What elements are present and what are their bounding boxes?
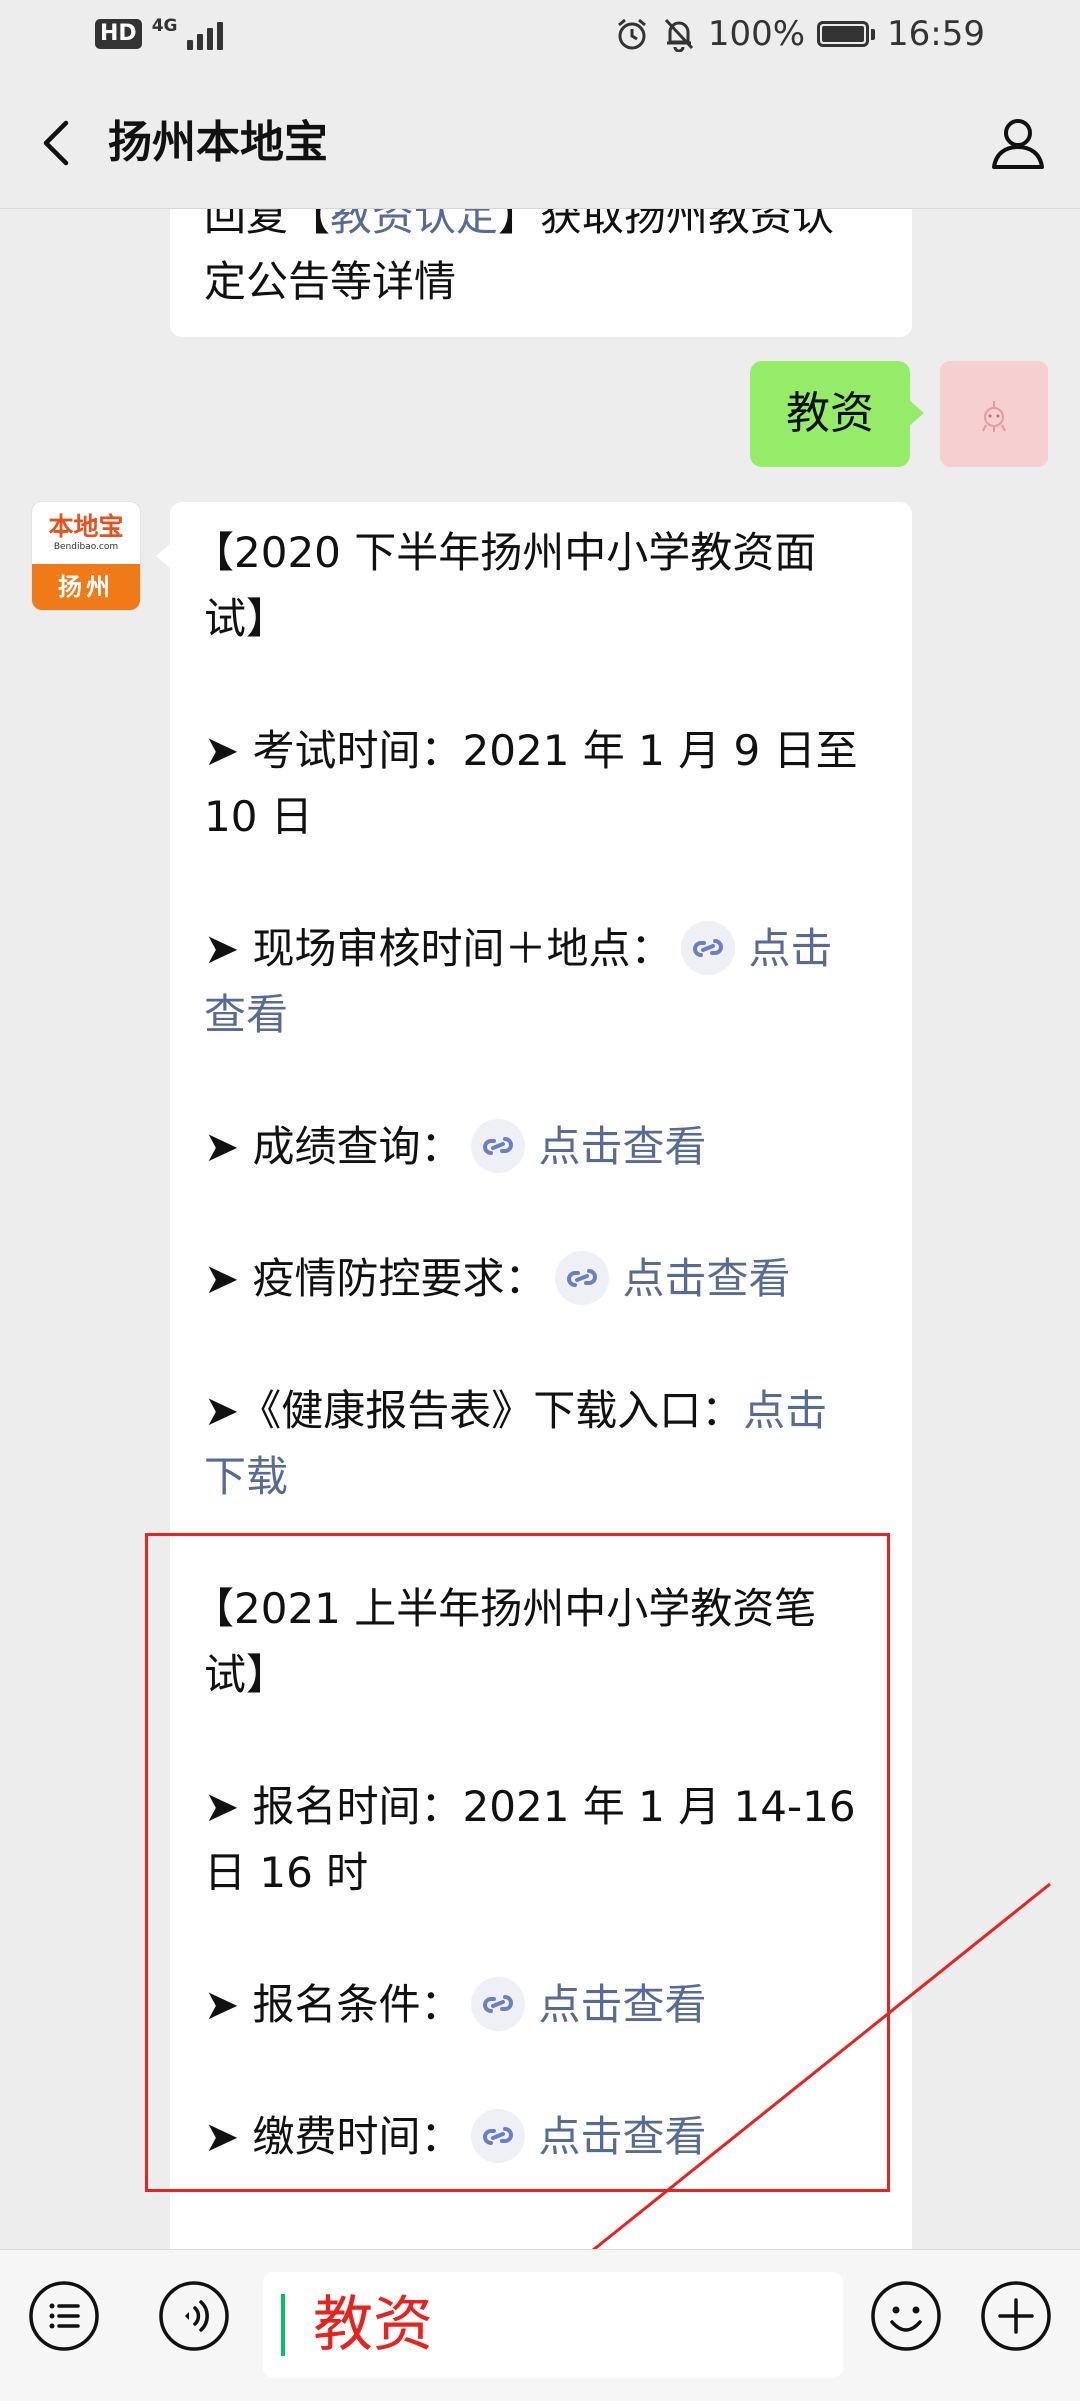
avatar-domain: Bendibao.com <box>53 542 119 552</box>
message-input[interactable]: 教资 <box>263 2272 843 2378</box>
emoji-icon <box>871 2281 941 2351</box>
bot-reply-message: 【2020 下半年扬州中小学教资面 试】 ➤ 考试时间：2021 年 1 月 9… <box>156 502 912 2249</box>
review-link-cont[interactable]: 查看 <box>192 982 878 1048</box>
interview-title-line1: 【2020 下半年扬州中小学教资面 <box>192 528 817 577</box>
written-title-line1: 【2021 上半年扬州中小学教资笔 <box>192 1584 817 1633</box>
network-type: 4G <box>151 16 178 36</box>
mute-bell-icon <box>664 18 693 52</box>
person-icon <box>992 119 1044 169</box>
fee-link[interactable]: 点击查看 <box>539 2112 707 2161</box>
health-link[interactable]: 点击 <box>743 1386 827 1435</box>
chat-message-list[interactable]: 回复【教资认定】获取扬州教资认 定公告等详情 教资 本地宝 Bendibao.c… <box>0 209 1080 2249</box>
signal-icon <box>187 18 224 50</box>
user-avatar[interactable] <box>940 361 1048 467</box>
exam-time-line1: ➤ 考试时间：2021 年 1 月 9 日至 <box>204 726 858 775</box>
health-link-cont[interactable]: 下载 <box>192 1444 878 1510</box>
reg-time-line1: ➤ 报名时间：2021 年 1 月 14-16 <box>204 1782 856 1831</box>
epidemic-link[interactable]: 点击查看 <box>623 1254 791 1303</box>
menu-button[interactable] <box>28 2280 100 2352</box>
review-link[interactable]: 点击 <box>749 924 833 973</box>
mini-program-link-icon[interactable] <box>470 2108 525 2163</box>
review-label: ➤ 现场审核时间＋地点： <box>204 924 673 973</box>
hd-badge: HD <box>95 19 142 49</box>
bot-avatar[interactable]: 本地宝 Bendibao.com 扬州 <box>32 502 140 610</box>
chat-title: 扬州本地宝 <box>108 117 328 168</box>
avatar-city: 扬州 <box>32 564 140 610</box>
voice-icon <box>159 2281 229 2351</box>
previous-bot-message: 回复【教资认定】获取扬州教资认 定公告等详情 <box>170 209 912 337</box>
health-label: ➤《健康报告表》下载入口： <box>204 1386 744 1435</box>
epidemic-label: ➤ 疫情防控要求： <box>204 1254 547 1303</box>
mini-program-link-icon[interactable] <box>680 920 735 975</box>
prev-text-end: 】获取扬州教资认 <box>498 209 835 240</box>
back-button[interactable] <box>28 111 88 175</box>
interview-title-line2: 试】 <box>204 594 289 643</box>
alarm-icon <box>617 18 646 50</box>
profile-button[interactable] <box>986 111 1050 175</box>
chat-header: 扬州本地宝 <box>0 78 1080 209</box>
reg-cond-link[interactable]: 点击查看 <box>539 1980 707 2029</box>
emoji-button[interactable] <box>870 2280 942 2352</box>
exam-time-line2: 10 日 <box>204 792 313 841</box>
written-title-line2: 试】 <box>204 1650 289 1699</box>
mini-program-link-icon[interactable] <box>470 1976 525 2031</box>
battery-icon <box>817 21 876 47</box>
mini-program-link-icon[interactable] <box>554 1250 609 1305</box>
reg-time-line2: 日 16 时 <box>204 1848 369 1897</box>
avatar-brand: 本地宝 <box>48 512 124 541</box>
prev-text-start: 回复【 <box>204 209 331 240</box>
input-bar: 教资 <box>0 2249 1080 2401</box>
user-avatar-image <box>982 401 1006 432</box>
prev-text-line2: 定公告等详情 <box>204 257 457 306</box>
plus-icon <box>981 2281 1051 2351</box>
back-arrow-icon <box>43 120 69 166</box>
keyword-link-teacher-cert[interactable]: 教资认定 <box>330 209 498 240</box>
voice-button[interactable] <box>158 2280 230 2352</box>
battery-percent: 100% <box>707 14 806 54</box>
message-input-value: 教资 <box>313 2290 433 2360</box>
score-link[interactable]: 点击查看 <box>539 1122 707 1171</box>
more-button[interactable] <box>980 2280 1052 2352</box>
reg-cond-label: ➤ 报名条件： <box>204 1980 463 2029</box>
user-message-bubble: 教资 <box>750 361 924 467</box>
fee-label: ➤ 缴费时间： <box>204 2112 463 2161</box>
clock: 16:59 <box>887 14 985 54</box>
status-bar: HD 4G 100% 16:59 <box>0 0 1080 78</box>
mini-program-link-icon[interactable] <box>470 1118 525 1173</box>
text-cursor <box>281 2294 285 2356</box>
menu-list-icon <box>29 2281 99 2351</box>
score-label: ➤ 成绩查询： <box>204 1122 463 1171</box>
